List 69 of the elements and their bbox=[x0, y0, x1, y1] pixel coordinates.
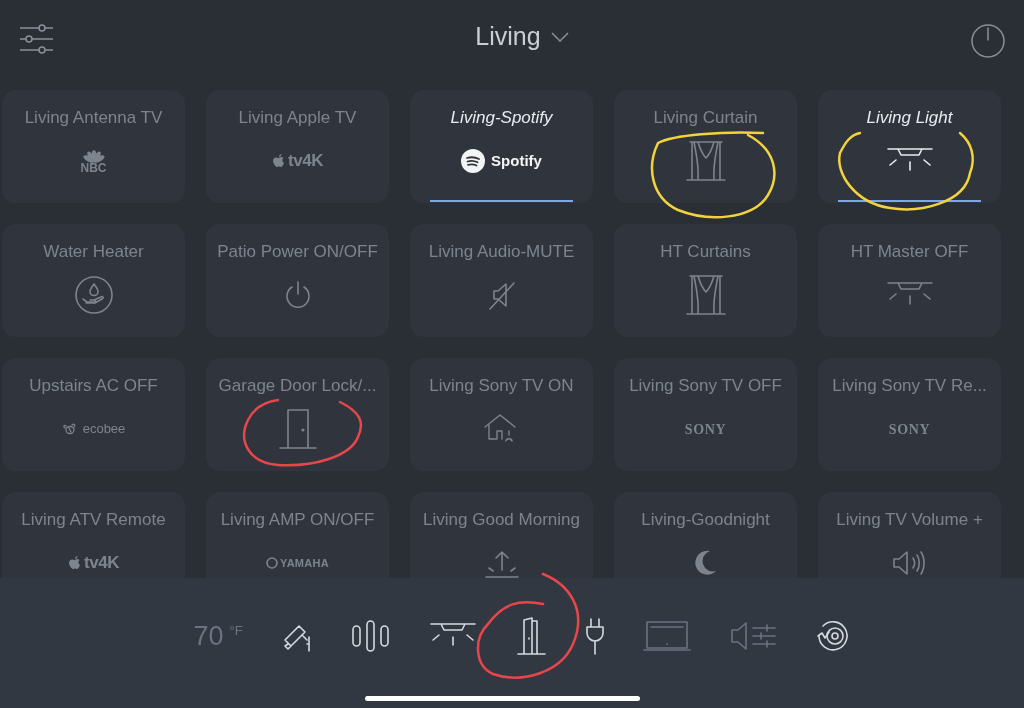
tile-title: Living AMP ON/OFF bbox=[220, 509, 375, 531]
curtain-icon bbox=[683, 273, 728, 317]
peacock-icon bbox=[80, 148, 107, 163]
scene-tile[interactable]: Living ATV Remote tv4K bbox=[2, 492, 185, 578]
scene-tile[interactable]: Living Light bbox=[818, 90, 1001, 203]
moon-icon bbox=[693, 549, 718, 577]
open-door-icon[interactable] bbox=[514, 616, 547, 656]
room-selector[interactable]: Living bbox=[455, 24, 569, 49]
plug-icon[interactable] bbox=[584, 617, 605, 655]
tile-title: Living Antenna TV bbox=[24, 107, 163, 129]
chevron-down-icon bbox=[550, 31, 569, 42]
tile-title: Living Curtain bbox=[653, 107, 758, 129]
yamaha-logo: YAMAHA bbox=[280, 555, 329, 571]
scene-tile[interactable]: HT Curtains bbox=[614, 224, 797, 337]
scene-tile[interactable]: Upstairs AC OFF ecobee bbox=[2, 358, 185, 471]
curtain-icon bbox=[683, 139, 728, 183]
tile-title: Living-Goodnight bbox=[641, 509, 770, 531]
apple-icon bbox=[67, 555, 82, 571]
scene-tile[interactable]: Living Sony TV OFF SONY bbox=[614, 358, 797, 471]
scene-tile[interactable]: Living AMP ON/OFF YAMAHA bbox=[206, 492, 389, 578]
scene-tile[interactable]: Living TV Volume + bbox=[818, 492, 1001, 578]
tile-title: Living Sony TV OFF bbox=[629, 375, 782, 397]
tile-title: Upstairs AC OFF bbox=[29, 375, 158, 397]
power-button[interactable] bbox=[971, 24, 1005, 58]
door-icon bbox=[277, 407, 318, 451]
tile-title: HT Curtains bbox=[660, 241, 751, 263]
scene-tile[interactable]: Patio Power ON/OFF bbox=[206, 224, 389, 337]
tile-title: Living ATV Remote bbox=[21, 509, 166, 531]
tile-title: Living Apple TV bbox=[238, 107, 357, 129]
tile-title: Living Sony TV ON bbox=[429, 375, 574, 397]
scene-tile[interactable]: Living Sony TV ON bbox=[410, 358, 593, 471]
sunrise-arrow-icon bbox=[483, 548, 520, 578]
apple-icon bbox=[271, 153, 286, 169]
scene-tile[interactable]: Garage Door Lock/... bbox=[206, 358, 389, 471]
scene-tile[interactable]: Living-Goodnight bbox=[614, 492, 797, 578]
tile-title: Living Light bbox=[866, 107, 953, 129]
scene-tile[interactable]: Living Curtain bbox=[614, 90, 797, 203]
nbc-logo: NBC bbox=[80, 161, 107, 174]
tile-title: Living TV Volume + bbox=[836, 509, 983, 531]
tile-title: Water Heater bbox=[43, 241, 144, 263]
tile-title: Living Sony TV Re... bbox=[832, 375, 987, 397]
spotify-icon bbox=[461, 149, 486, 173]
apple-tv-logo: tv4K bbox=[83, 552, 120, 575]
scene-tile[interactable]: HT Master OFF bbox=[818, 224, 1001, 337]
scene-tile[interactable]: Living Good Morning bbox=[410, 492, 593, 578]
spotify-logo: Spotify bbox=[491, 150, 542, 171]
tile-title: Living Audio-MUTE bbox=[428, 241, 575, 263]
ecobee-logo: ecobee bbox=[82, 420, 126, 439]
sony-logo: SONY bbox=[684, 420, 727, 439]
target-icon[interactable] bbox=[814, 618, 851, 654]
bee-icon bbox=[61, 422, 78, 436]
scene-tile[interactable]: Living Antenna TV NBC bbox=[2, 90, 185, 203]
temperature-button[interactable]: 70 °F bbox=[193, 622, 243, 650]
scene-tile[interactable]: Living Sony TV Re... SONY bbox=[818, 358, 1001, 471]
vertical-bars-icon[interactable] bbox=[350, 620, 391, 652]
scene-tile[interactable]: Living-Spotify Spotify bbox=[410, 90, 593, 203]
tile-title: Living Good Morning bbox=[423, 509, 580, 531]
scene-tile[interactable]: Living Apple TV tv4K bbox=[206, 90, 389, 203]
apple-tv-logo: tv4K bbox=[287, 150, 324, 173]
water-drop-hand-icon bbox=[73, 275, 114, 315]
power-icon bbox=[283, 280, 312, 310]
tile-title: HT Master OFF bbox=[850, 241, 969, 263]
settings-sliders-icon[interactable] bbox=[19, 24, 53, 54]
tile-title: Patio Power ON/OFF bbox=[217, 241, 378, 263]
scene-tile[interactable]: Water Heater bbox=[2, 224, 185, 337]
tile-title: Living-Spotify bbox=[450, 107, 553, 129]
tile-title: Garage Door Lock/... bbox=[218, 375, 377, 397]
sony-logo: SONY bbox=[888, 420, 931, 439]
scene-tile[interactable]: Living Audio-MUTE bbox=[410, 224, 593, 337]
